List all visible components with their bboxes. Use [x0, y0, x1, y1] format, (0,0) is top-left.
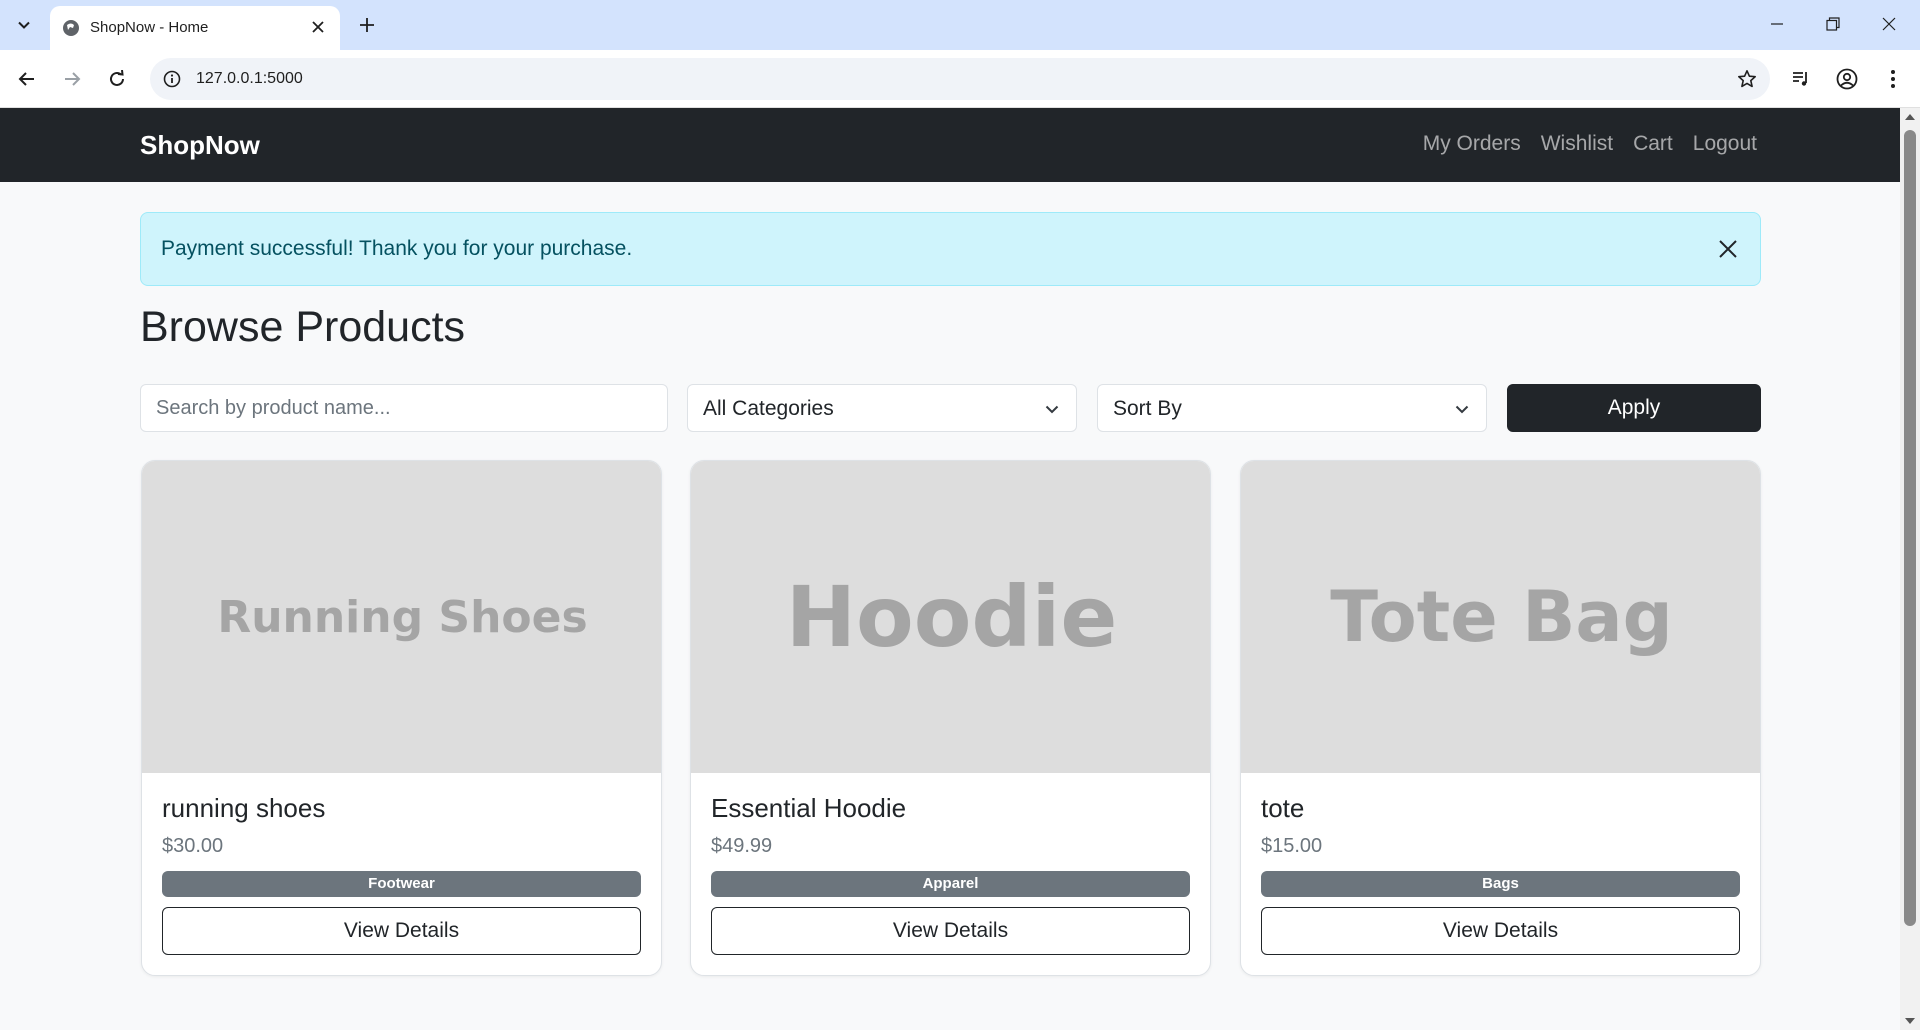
scroll-up-arrow-icon[interactable]: [1905, 114, 1915, 120]
product-image-text: Running Shoes: [217, 591, 588, 643]
forward-button[interactable]: [57, 64, 87, 94]
site-info-button[interactable]: [162, 69, 182, 89]
profile-button[interactable]: [1832, 64, 1862, 94]
arrow-left-icon: [18, 72, 34, 86]
sort-select[interactable]: Sort By: [1097, 384, 1487, 432]
product-image[interactable]: Running Shoes: [142, 461, 661, 773]
nav-link-logout[interactable]: Logout: [1693, 132, 1757, 156]
browser-menu-button[interactable]: [1878, 64, 1908, 94]
url-text: 127.0.0.1:5000: [196, 70, 303, 87]
star-icon: [1738, 70, 1756, 88]
close-icon: [312, 21, 324, 33]
browser-tab-strip: ShopNow - Home: [0, 0, 1920, 50]
search-input[interactable]: [140, 384, 668, 432]
globe-icon: [63, 20, 79, 36]
product-card: Tote Bag tote $15.00 Bags View Details: [1240, 460, 1761, 976]
chevron-down-icon: [1454, 401, 1470, 417]
category-select-value: All Categories: [703, 397, 834, 420]
nav-link-cart[interactable]: Cart: [1633, 132, 1673, 156]
address-bar[interactable]: 127.0.0.1:5000: [150, 58, 1770, 100]
product-image[interactable]: Hoodie: [691, 461, 1210, 773]
category-badge: Apparel: [711, 871, 1190, 897]
product-image-text: Tote Bag: [1330, 576, 1673, 658]
reload-icon: [110, 70, 124, 86]
apply-button[interactable]: Apply: [1507, 384, 1761, 432]
product-image[interactable]: Tote Bag: [1241, 461, 1760, 773]
success-alert: Payment successful! Thank you for your p…: [140, 212, 1761, 286]
chevron-down-icon: [1044, 401, 1060, 417]
tab-close-button[interactable]: [308, 17, 328, 37]
chevron-down-icon: [18, 21, 30, 29]
brand-logo[interactable]: ShopNow: [140, 130, 260, 161]
page-viewport: ShopNow My Orders Wishlist Cart Logout P…: [0, 108, 1900, 1030]
category-badge: Bags: [1261, 871, 1740, 897]
view-details-button[interactable]: View Details: [162, 907, 641, 955]
alert-close-button[interactable]: [1714, 235, 1742, 263]
page-scrollbar[interactable]: [1900, 108, 1920, 1030]
scrollbar-thumb[interactable]: [1904, 130, 1916, 926]
product-name: running shoes: [162, 793, 326, 823]
tab-search-button[interactable]: [8, 10, 40, 40]
alert-message: Payment successful! Thank you for your p…: [161, 237, 633, 260]
view-details-button[interactable]: View Details: [1261, 907, 1740, 955]
nav-link-my-orders[interactable]: My Orders: [1423, 132, 1521, 156]
sort-select-value: Sort By: [1113, 397, 1182, 420]
media-controls-button[interactable]: [1786, 64, 1816, 94]
minimize-icon: [1771, 23, 1783, 25]
product-card: Hoodie Essential Hoodie $49.99 Apparel V…: [690, 460, 1211, 976]
restore-button[interactable]: [1810, 8, 1856, 40]
music-queue-icon: [1793, 72, 1807, 86]
tab-title: ShopNow - Home: [90, 19, 209, 36]
product-price: $49.99: [711, 835, 773, 857]
product-price: $30.00: [162, 835, 224, 857]
product-name: tote: [1261, 793, 1305, 823]
page-title: Browse Products: [140, 303, 466, 351]
product-card: Running Shoes running shoes $30.00 Footw…: [141, 460, 662, 976]
nav-links: My Orders Wishlist Cart Logout: [1423, 132, 1757, 156]
scroll-down-arrow-icon[interactable]: [1905, 1018, 1915, 1024]
back-button[interactable]: [12, 64, 42, 94]
more-vertical-icon: [1891, 70, 1895, 88]
nav-link-wishlist[interactable]: Wishlist: [1541, 132, 1613, 156]
restore-icon: [1826, 17, 1840, 31]
info-icon: [163, 70, 181, 88]
site-navbar: ShopNow My Orders Wishlist Cart Logout: [0, 108, 1900, 182]
close-icon: [1882, 17, 1896, 31]
product-name: Essential Hoodie: [711, 793, 907, 823]
account-circle-icon: [1836, 68, 1858, 90]
product-price: $15.00: [1261, 835, 1323, 857]
product-image-text: Hoodie: [785, 568, 1118, 666]
category-select[interactable]: All Categories: [687, 384, 1077, 432]
bookmark-button[interactable]: [1736, 68, 1758, 90]
reload-button[interactable]: [102, 64, 132, 94]
browser-toolbar: 127.0.0.1:5000: [0, 50, 1920, 108]
minimize-button[interactable]: [1754, 8, 1800, 40]
arrow-right-icon: [65, 72, 81, 86]
browser-tab[interactable]: ShopNow - Home: [50, 6, 340, 50]
close-icon: [1719, 240, 1737, 258]
plus-icon: [360, 18, 374, 32]
close-window-button[interactable]: [1866, 8, 1912, 40]
view-details-button[interactable]: View Details: [711, 907, 1190, 955]
new-tab-button[interactable]: [352, 10, 382, 40]
category-badge: Footwear: [162, 871, 641, 897]
